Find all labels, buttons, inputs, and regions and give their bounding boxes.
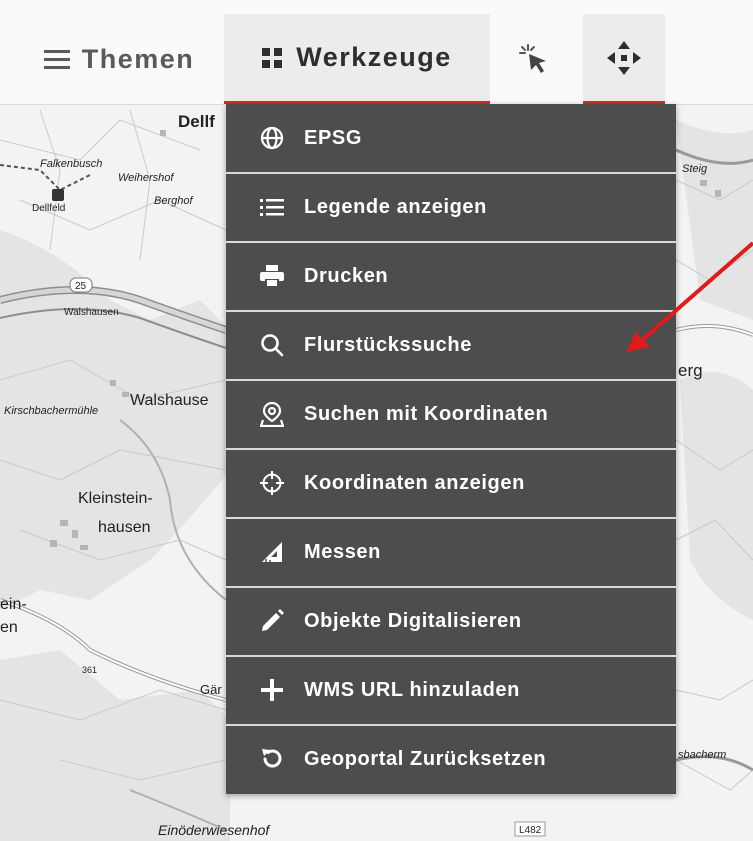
menu-item-objekte-digitalisieren[interactable]: Objekte Digitalisieren — [226, 586, 676, 654]
menu-item-epsg[interactable]: EPSG — [226, 104, 676, 172]
map-label-dellf: Dellf — [178, 112, 215, 131]
reset-icon — [258, 745, 286, 773]
map-label-weihershof: Weihershof — [118, 172, 174, 184]
menu-label-suchen-mit-koordinaten: Suchen mit Koordinaten — [304, 402, 549, 425]
ruler-triangle-icon — [258, 538, 286, 566]
map-pin-icon — [258, 400, 286, 428]
map-label-ein: ein- — [0, 596, 27, 613]
map-label-dellfeld: Dellfeld — [32, 203, 65, 214]
map-label-gar: Gär — [200, 682, 222, 697]
map-label-falkenbusch: Falkenbusch — [40, 158, 102, 170]
map-label-road-25: 25 — [75, 281, 87, 292]
pan-tool-button[interactable] — [583, 14, 665, 104]
map-label-erg: erg — [678, 361, 703, 380]
printer-icon — [258, 262, 286, 290]
menu-item-messen[interactable]: Messen — [226, 517, 676, 585]
menu-label-geoportal-zuruecksetzen: Geoportal Zurücksetzen — [304, 747, 547, 770]
plus-icon — [258, 676, 286, 704]
pointer-select-icon — [519, 44, 546, 73]
map-label-walshausen-small: Walshausen — [64, 307, 119, 318]
menu-item-koordinaten-anzeigen[interactable]: Koordinaten anzeigen — [226, 448, 676, 516]
select-tool-button[interactable] — [495, 14, 573, 104]
themen-label: Themen — [81, 43, 195, 74]
menu-label-legende-anzeigen: Legende anzeigen — [304, 195, 487, 218]
map-label-road-361: 361 — [82, 665, 97, 675]
search-icon — [258, 331, 286, 359]
menu-item-wms-url-hinzuladen[interactable]: WMS URL hinzuladen — [226, 655, 676, 723]
top-toolbar: Themen Werkzeuge — [0, 0, 753, 105]
themen-button[interactable]: Themen — [24, 14, 214, 104]
menu-label-messen: Messen — [304, 540, 381, 563]
map-label-kleinstein: Kleinstein- — [78, 490, 153, 507]
menu-label-objekte-digitalisieren: Objekte Digitalisieren — [304, 609, 522, 632]
menu-item-drucken[interactable]: Drucken — [226, 241, 676, 309]
grid-icon — [262, 47, 283, 68]
globe-icon — [258, 124, 286, 152]
map-label-hausen: hausen — [98, 519, 151, 536]
map-label-walshausen: Walshause — [130, 392, 209, 409]
menu-label-koordinaten-anzeigen: Koordinaten anzeigen — [304, 471, 525, 494]
map-label-en: en — [0, 619, 18, 636]
menu-item-flurstueckssuche[interactable]: Flurstückssuche — [226, 310, 676, 378]
map-label-kirschbachermuehle: Kirschbachermühle — [4, 405, 98, 417]
train-station-icon — [52, 189, 64, 201]
pencil-icon — [258, 607, 286, 635]
map-label-sbacherm: sbacherm — [678, 749, 726, 761]
map-label-l482: L482 — [519, 825, 542, 836]
list-icon — [258, 193, 286, 221]
werkzeuge-label: Werkzeuge — [296, 42, 452, 72]
hamburger-menu-icon — [43, 49, 70, 69]
map-label-einoederwiesenhof: Einöderwiesenhof — [158, 822, 271, 838]
menu-label-flurstueckssuche: Flurstückssuche — [304, 333, 472, 356]
menu-label-wms-url-hinzuladen: WMS URL hinzuladen — [304, 678, 520, 701]
menu-label-drucken: Drucken — [304, 264, 389, 287]
map-label-berghof: Berghof — [154, 195, 193, 207]
crosshair-icon — [258, 469, 286, 497]
map-label-steig: Steig — [682, 163, 708, 175]
werkzeuge-button[interactable]: Werkzeuge — [224, 14, 490, 104]
menu-item-legende-anzeigen[interactable]: Legende anzeigen — [226, 172, 676, 240]
menu-item-suchen-mit-koordinaten[interactable]: Suchen mit Koordinaten — [226, 379, 676, 447]
werkzeuge-dropdown-menu: EPSG Legende anzeigen Drucken Flurstücks… — [226, 104, 676, 794]
menu-item-geoportal-zuruecksetzen[interactable]: Geoportal Zurücksetzen — [226, 724, 676, 792]
move-arrows-icon — [607, 40, 641, 75]
menu-label-epsg: EPSG — [304, 126, 362, 149]
